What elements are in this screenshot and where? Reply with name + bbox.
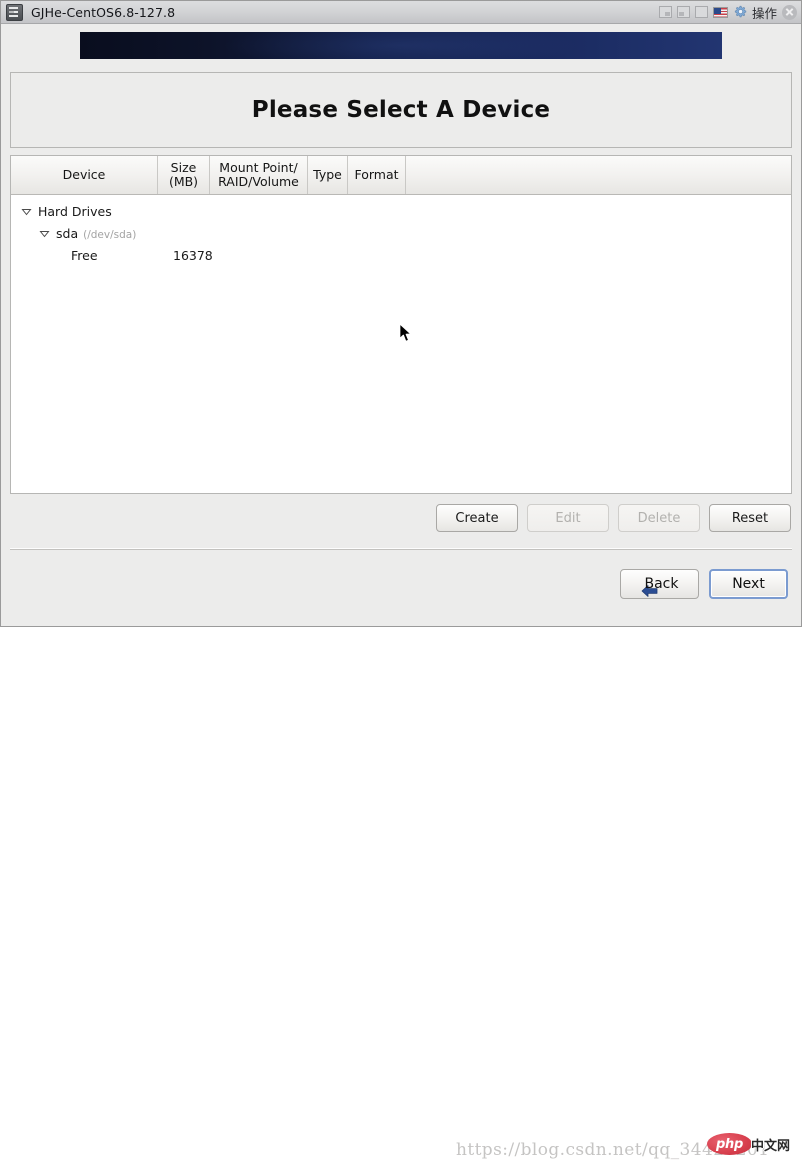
device-table: Device Size (MB) Mount Point/ RAID/Volum…	[10, 155, 792, 494]
banner-area	[1, 24, 801, 64]
create-button[interactable]: Create	[436, 504, 518, 532]
page-title: Please Select A Device	[251, 97, 551, 123]
gear-icon[interactable]	[733, 5, 747, 19]
installer-banner-image	[80, 32, 722, 59]
device-table-body: Hard Drives sda (/dev/sda) Free 16378	[11, 195, 791, 493]
us-flag-icon[interactable]	[712, 6, 728, 18]
restore-icon[interactable]	[676, 6, 690, 18]
maximize-icon[interactable]	[694, 6, 708, 18]
table-cell-size: 16378	[173, 247, 213, 263]
device-name: Free	[71, 247, 98, 263]
reset-button[interactable]: Reset	[709, 504, 791, 532]
window-content: Please Select A Device Device Size (MB) …	[1, 24, 801, 1160]
cn-text-watermark: 中文网	[751, 1139, 791, 1154]
device-name: Hard Drives	[38, 203, 112, 219]
table-row[interactable]: Hard Drives	[11, 200, 791, 222]
device-name: sda	[56, 225, 79, 241]
next-button-label: Next	[732, 576, 765, 592]
terminal-window-icon	[6, 3, 23, 21]
table-cell-device: sda (/dev/sda)	[56, 226, 136, 241]
delete-button: Delete	[618, 504, 700, 532]
column-header-mount-point[interactable]: Mount Point/ RAID/Volume	[210, 156, 308, 194]
wizard-navigation: Back Next https://blog.csdn.net/qq_34428…	[1, 550, 801, 1160]
column-header-size[interactable]: Size (MB)	[158, 156, 210, 194]
table-cell-device: Free	[71, 248, 98, 263]
table-row[interactable]: Free 16378	[11, 244, 791, 266]
operations-menu-label[interactable]: 操作	[752, 3, 777, 22]
url-watermark: https://blog.csdn.net/qq_34428201	[456, 1140, 770, 1160]
page-header-panel: Please Select A Device	[10, 72, 792, 148]
next-button[interactable]: Next	[709, 569, 788, 599]
application-window: GJHe-CentOS6.8-127.8 操作 Please Select A …	[0, 0, 802, 1160]
device-action-buttons: Create Edit Delete Reset	[1, 496, 801, 540]
column-header-type[interactable]: Type	[308, 156, 348, 194]
table-cell-device: Hard Drives	[38, 204, 112, 219]
device-path: (/dev/sda)	[83, 228, 137, 241]
column-header-format[interactable]: Format	[348, 156, 406, 194]
php-logo-text: php	[716, 1136, 743, 1152]
triangle-down-icon[interactable]	[38, 227, 51, 240]
triangle-down-icon[interactable]	[20, 205, 33, 218]
back-button[interactable]: Back	[620, 569, 699, 599]
column-header-filler	[406, 156, 791, 194]
php-logo-watermark: php	[707, 1133, 752, 1155]
minimize-icon[interactable]	[658, 6, 672, 18]
window-titlebar: GJHe-CentOS6.8-127.8 操作	[1, 1, 801, 24]
close-icon[interactable]	[782, 4, 797, 20]
edit-button: Edit	[527, 504, 609, 532]
column-header-device[interactable]: Device	[11, 156, 158, 194]
back-button-label: Back	[644, 576, 679, 592]
table-row[interactable]: sda (/dev/sda)	[11, 222, 791, 244]
window-title: GJHe-CentOS6.8-127.8	[31, 4, 176, 20]
device-table-header: Device Size (MB) Mount Point/ RAID/Volum…	[11, 156, 791, 195]
titlebar-controls: 操作	[658, 3, 797, 22]
